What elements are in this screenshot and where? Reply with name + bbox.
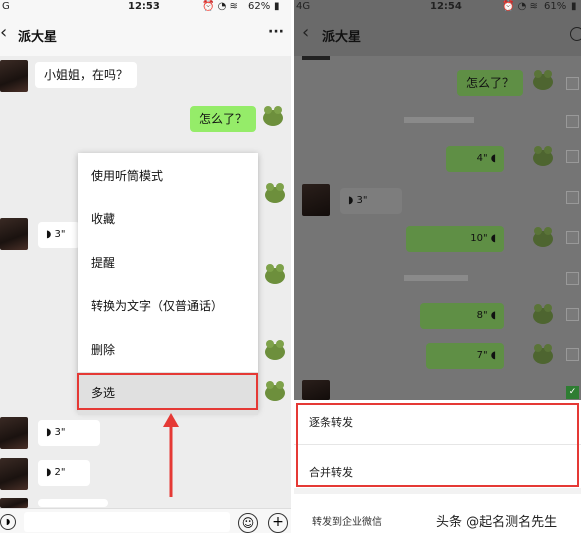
voice-duration: 4" [476,153,488,164]
my-avatar[interactable] [530,342,556,366]
watermark: 头条 @起名测名先生 [436,515,558,530]
message-bubble-out[interactable]: 怎么了？ [457,70,524,96]
contact-avatar[interactable] [302,380,330,400]
highlight-box [296,403,579,487]
voice-duration: 3" [356,195,368,206]
select-checkbox[interactable] [566,77,579,90]
menu-item-delete[interactable]: 删除 [78,329,258,372]
contact-avatar[interactable] [302,184,330,216]
battery-level: 61% [544,1,567,12]
select-checkbox[interactable] [566,150,579,163]
voice-message-in[interactable]: ◗ 3" [38,420,100,446]
menu-item-favorite[interactable]: 收藏 [78,198,258,241]
voice-duration: 2" [54,467,66,478]
back-arrow-icon[interactable]: ‹ [0,22,7,43]
battery-icon: ▮ [274,1,280,12]
menu-item-remind[interactable]: 提醒 [78,242,258,285]
timestamp-blurred [404,275,468,281]
contact-avatar[interactable] [0,60,28,92]
right-screen: 4G 12:54 ⏰ ◔ ≋ 61% ▮ ‹ 派大星 怎么了？ 4" ◖ ◗ 3… [294,0,581,533]
chat-title: 派大星 [18,30,58,45]
back-arrow-icon[interactable]: ‹ [302,22,309,43]
my-avatar[interactable] [262,181,288,205]
message-bubble-out[interactable]: 怎么了？ [190,106,257,132]
chat-title: 派大星 [322,30,362,45]
select-checkbox[interactable] [566,308,579,321]
text-input[interactable] [24,512,230,532]
select-checkbox[interactable] [566,272,579,285]
timestamp-blurred [404,117,474,123]
status-time: 12:53 [128,1,160,12]
voice-duration: 10" [470,233,488,244]
my-avatar[interactable] [530,144,556,168]
select-checkbox[interactable] [566,191,579,204]
my-avatar[interactable] [260,104,286,128]
select-checkbox-checked[interactable]: ✓ [566,386,579,399]
message-bubble-in[interactable]: 小姐姐，在吗？ [35,62,138,88]
voice-wave-icon: ◖ [487,153,496,164]
select-checkbox[interactable] [566,115,579,128]
voice-wave-icon: ◖ [487,233,496,244]
annotation-arrow-icon [163,413,179,497]
contact-avatar[interactable] [0,498,28,508]
my-avatar[interactable] [530,302,556,326]
menu-item-earpiece-mode[interactable]: 使用听筒模式 [78,155,258,198]
chat-header: ‹ 派大星 [294,14,581,56]
voice-message-out[interactable]: 10" ◖ [406,226,504,252]
voice-message-out[interactable]: 7" ◖ [426,343,504,369]
battery-icon: ▮ [571,1,577,12]
select-checkbox[interactable] [566,348,579,361]
voice-duration: 3" [54,229,66,240]
plus-icon[interactable]: + [268,513,288,533]
highlight-box [77,373,258,410]
status-bar: 4G 12:54 ⏰ ◔ ≋ 61% ▮ [294,0,581,14]
chat-header: ‹ 派大星 ··· [0,14,291,56]
voice-wave-icon: ◖ [487,310,496,321]
select-checkbox[interactable] [566,231,579,244]
menu-item-convert-to-text[interactable]: 转换为文字（仅普通话） [78,285,258,328]
my-avatar[interactable] [262,379,288,403]
voice-message-in[interactable]: ◗ 3" [340,188,402,214]
action-sheet-gap [294,488,581,494]
left-screen: G 12:53 ⏰ ◔ ≋ 62% ▮ ‹ 派大星 ··· 小姐姐，在吗？ 怎么… [0,0,291,533]
search-icon[interactable] [570,27,581,41]
emoji-icon[interactable]: ☺ [238,513,258,533]
avatar-partial [302,56,330,60]
status-bar: G 12:53 ⏰ ◔ ≋ 62% ▮ [0,0,291,14]
my-avatar[interactable] [530,68,556,92]
voice-input-icon[interactable]: ◗ [0,514,16,530]
more-options-icon[interactable]: ··· [268,24,284,40]
contact-avatar[interactable] [0,218,28,250]
status-icons: ⏰ ◔ ≋ [202,1,238,12]
input-bar: ◗ ☺ + [0,508,291,533]
signal-indicator: G [2,1,10,12]
voice-wave-icon: ◖ [487,350,496,361]
voice-duration: 8" [476,310,488,321]
contact-avatar[interactable] [0,417,28,449]
my-avatar[interactable] [530,225,556,249]
voice-message-out[interactable]: 8" ◖ [420,303,504,329]
voice-message-in[interactable] [38,499,108,507]
voice-message-out[interactable]: 4" ◖ [446,146,504,172]
status-icons: ⏰ ◔ ≋ [502,1,538,12]
my-avatar[interactable] [262,338,288,362]
battery-level: 62% [248,1,271,12]
signal-indicator: 4G [296,1,311,12]
status-time: 12:54 [430,1,462,12]
voice-message-in[interactable]: ◗ 3" [38,222,80,248]
voice-duration: 3" [54,427,66,438]
my-avatar[interactable] [262,262,288,286]
contact-avatar[interactable] [0,458,28,490]
voice-message-in[interactable]: ◗ 2" [38,460,90,486]
voice-duration: 7" [476,350,488,361]
action-forward-enterprise-wechat[interactable]: 转发到企业微信 [312,513,382,528]
